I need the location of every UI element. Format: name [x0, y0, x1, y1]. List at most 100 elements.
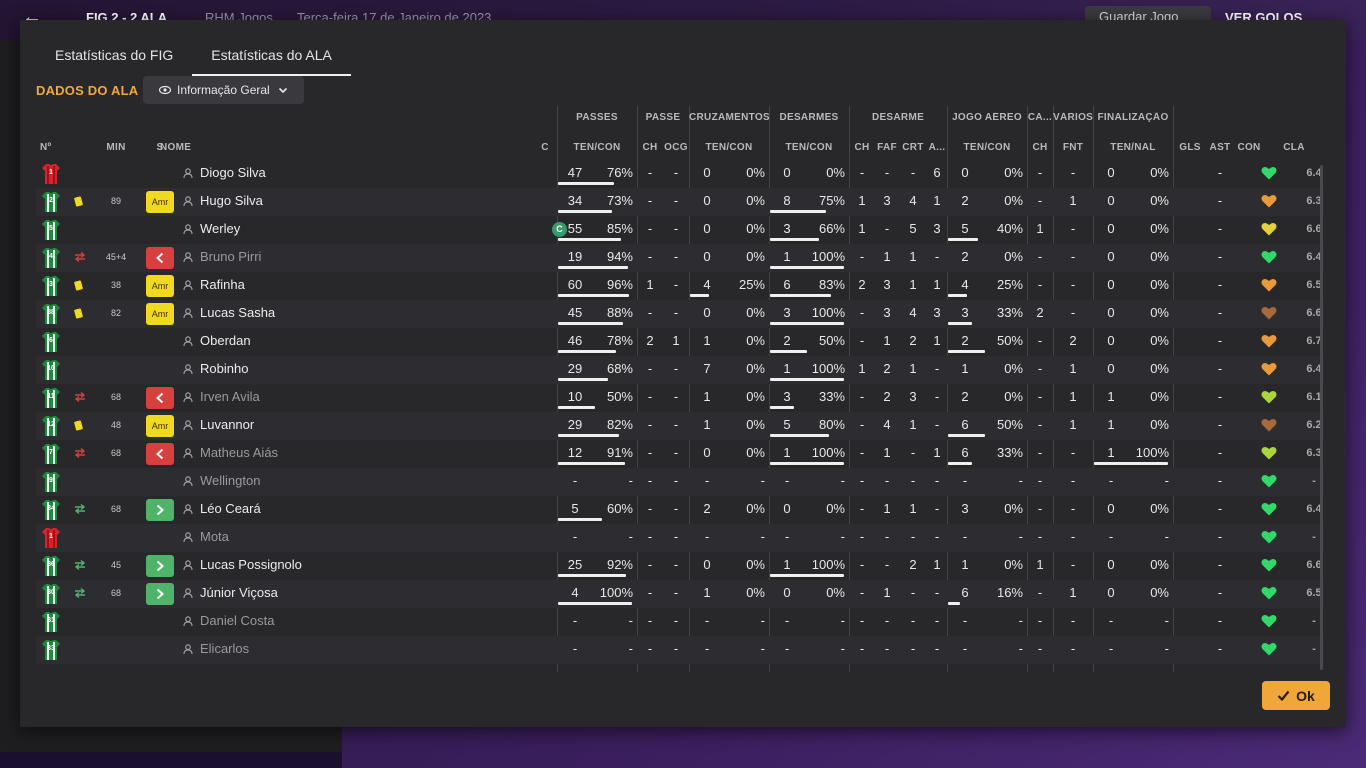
player-name[interactable]: Rafinha [183, 272, 245, 300]
col-gls[interactable]: GLS [1178, 142, 1202, 153]
desarme-faf: - [884, 165, 890, 180]
passe-ocg: - [673, 585, 679, 600]
player-name[interactable]: Júnior Viçosa [183, 580, 278, 608]
player-name[interactable]: Hugo Silva [183, 188, 263, 216]
col-des[interactable]: TEN/CON [769, 142, 849, 153]
ok-label: Ok [1296, 687, 1315, 704]
table-row[interactable]: 3 38 Amr Rafinha 60 96% 1-4 25% 6 83% 2 3 1 1 4 25% - -0 0… [36, 272, 1324, 300]
shirt-icon: 1 [42, 163, 60, 185]
col-fnt[interactable]: FNT [1053, 142, 1093, 153]
table-row[interactable]: 1 Mota - - - - - - - - - - - - - - - - - - - - [36, 524, 1324, 552]
check-icon [1277, 690, 1290, 702]
col-ast[interactable]: AST [1208, 142, 1232, 153]
table-row[interactable]: 36 45 Lucas Possignolo 25 92% - -0 0% 1 100% - -2 1 1… [36, 552, 1324, 580]
table-row[interactable]: 31 Daniel Costa - - - - - - - - - - - - - - - - - - - - [36, 608, 1324, 636]
player-name[interactable]: Léo Ceará [183, 496, 261, 524]
col-aereo[interactable]: TEN/CON [947, 142, 1027, 153]
player-name[interactable]: Werley [183, 216, 240, 244]
shirt-icon: 5 [42, 219, 60, 241]
player-name[interactable]: Robinho [183, 356, 248, 384]
col-ch1[interactable]: CH [637, 142, 663, 153]
col-ch2[interactable]: CH [849, 142, 875, 153]
player-name[interactable]: Wellington [183, 468, 260, 496]
crosses-attempts: 0 [703, 249, 711, 264]
table-row[interactable]: 4 45+4 Bruno Pirri 19 94% - -0 0% 1 100% -1 1-2 0% - -… [36, 244, 1324, 272]
table-scrollbar[interactable] [1320, 165, 1323, 670]
passe-ch: - [647, 193, 653, 208]
goals [1178, 356, 1202, 384]
goals [1178, 608, 1202, 636]
tab-fig-stats[interactable]: Estatísticas do FIG [36, 38, 192, 76]
player-name[interactable]: Oberdan [183, 328, 251, 356]
player-name[interactable]: Lucas Sasha [183, 300, 275, 328]
col-crt[interactable]: CRT [899, 142, 927, 153]
col-faf[interactable]: FAF [875, 142, 899, 153]
yellow-card-icon [73, 196, 84, 207]
player-name-text: Rafinha [200, 277, 245, 292]
col-cla[interactable]: CLA [1280, 142, 1308, 153]
shirt-icon: 88 [42, 303, 60, 325]
player-name[interactable]: Irven Avila [183, 384, 260, 412]
desarme-a: 1 [933, 445, 941, 460]
tab-ala-stats[interactable]: Estatísticas do ALA [192, 38, 351, 76]
group-desarmes: DESARMES [779, 112, 839, 123]
col-min[interactable]: MIN [91, 142, 141, 153]
desarme-ch: - [859, 557, 865, 572]
person-icon [183, 532, 193, 542]
yellow-card-icon [73, 420, 84, 431]
goals [1178, 300, 1202, 328]
col-nome[interactable]: NOME [160, 142, 191, 153]
shots-percent: 0% [1150, 501, 1169, 516]
table-row[interactable]: 6 Oberdan 46 78% 2 1 1 0% 2 50% -1 2 1 2 50% -2 0 0% -6.7 [36, 328, 1324, 356]
col-a[interactable]: A... [927, 142, 947, 153]
player-name[interactable]: Lucas Possignolo [183, 552, 302, 580]
col-num[interactable]: Nº [40, 142, 51, 153]
tackles-percent: 33% [818, 389, 845, 404]
table-row[interactable]: 1 Diogo Silva 47 76% - -0 0% 0 0% - - -6 0 0% - -0 0% -6.… [36, 160, 1324, 188]
table-row[interactable]: 34 68 Léo Ceará 5 60% - -2 0% 0 0% -1 1-3 0% - -0 0% -6.… [36, 496, 1324, 524]
table-row[interactable]: 11 68 Irven Avila 10 50% - -1 0% 3 33% -2 3-2 0% -1 1 0… [36, 384, 1324, 412]
player-name[interactable]: Daniel Costa [183, 608, 274, 636]
table-row[interactable]: 12 48 Amr Luvannor 29 82% - -1 0% 5 80% -4 1-6 50% -1 1… [36, 412, 1324, 440]
player-name[interactable]: Mota [183, 524, 229, 552]
col-ch3[interactable]: CH [1027, 142, 1053, 153]
table-row[interactable]: 30 68 Júnior Viçosa 4 100% - -1 0% 0 0% -1- -6 16% -1… [36, 580, 1324, 608]
table-row[interactable]: 33 Elicarlos - - - - - - - - - - - - - - - - - - - - [36, 636, 1324, 664]
subbed-on-chevron-icon [146, 555, 174, 577]
aerial-attempts: 2 [961, 249, 969, 264]
person-icon [183, 196, 193, 206]
shirt-icon: 1 [42, 527, 60, 549]
player-name[interactable]: Diogo Silva [183, 160, 266, 188]
varios-fnt: - [1070, 165, 1076, 180]
col-ocg[interactable]: OCG [663, 142, 689, 153]
tackles-percent: - [840, 613, 845, 628]
ok-button[interactable]: Ok [1262, 681, 1330, 710]
tackles-attempts: 0 [783, 585, 791, 600]
player-name[interactable]: Luvannor [183, 412, 254, 440]
player-name[interactable]: Elicarlos [183, 636, 249, 664]
table-row[interactable]: 7 68 Matheus Aiás 12 91% - -0 0% 1 100% -1-1 6 33% - -… [36, 440, 1324, 468]
table-row[interactable]: 88 82 Amr Lucas Sasha 45 88% - -0 0% 3 100% -3 4 3 3 33… [36, 300, 1324, 328]
shots-attempts: - [1108, 473, 1114, 488]
table-row[interactable]: 2 89 Amr Hugo Silva 34 73% - -0 0% 8 75% 1 3 4 1 2 0% -1 0… [36, 188, 1324, 216]
ca-ch: - [1037, 361, 1043, 376]
varios-fnt: - [1070, 277, 1076, 292]
shots-attempts: 0 [1107, 361, 1115, 376]
assists: - [1217, 361, 1223, 376]
table-row[interactable]: 5 Werley C 55 85% - -0 0% 3 66% 1-5 3 5 40% 1-0 0% -6.6 [36, 216, 1324, 244]
col-c[interactable]: C [536, 142, 554, 153]
view-select-dropdown[interactable]: Informação Geral [143, 76, 304, 104]
crosses-attempts: 0 [703, 305, 711, 320]
col-passes[interactable]: TEN/CON [557, 142, 637, 153]
table-row[interactable]: 10 Robinho 29 68% - -7 0% 1 100% 1 2 1-1 0% -1 0 0% -6.4 [36, 356, 1324, 384]
ca-ch: - [1037, 165, 1043, 180]
col-cruz[interactable]: TEN/CON [689, 142, 769, 153]
desarme-faf: - [884, 641, 890, 656]
goals [1178, 468, 1202, 496]
table-row[interactable]: 9 Wellington - - - - - - - - - - - - - - - - - - - - [36, 468, 1324, 496]
col-fin[interactable]: TEN/NAL [1093, 142, 1173, 153]
player-name[interactable]: Matheus Aiás [183, 440, 278, 468]
desarme-faf: 1 [883, 333, 891, 348]
player-name[interactable]: Bruno Pirri [183, 244, 261, 272]
col-con[interactable]: CON [1236, 142, 1262, 153]
